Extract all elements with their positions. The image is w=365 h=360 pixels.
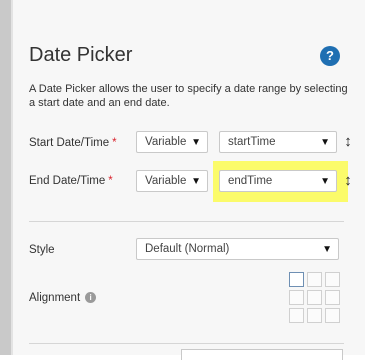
start-type-select[interactable]: Variable ▼ — [136, 131, 208, 153]
end-date-label: End Date/Time * — [29, 175, 113, 187]
reorder-icon[interactable]: ↕ — [341, 131, 355, 153]
start-type-value: Variable — [145, 136, 187, 148]
alignment-cell-middle-right[interactable] — [325, 290, 340, 305]
alignment-label: Alignment i — [29, 292, 97, 304]
chevron-down-icon: ▼ — [191, 176, 201, 187]
info-icon[interactable]: i — [85, 292, 97, 303]
start-variable-select[interactable]: startTime ▼ — [219, 131, 337, 153]
panel-description: A Date Picker allows the user to specify… — [29, 83, 348, 109]
alignment-cell-bottom-right[interactable] — [325, 308, 340, 323]
properties-panel: Date Picker ? A Date Picker allows the u… — [13, 0, 365, 360]
alignment-cell-bottom-center[interactable] — [307, 308, 322, 323]
chevron-down-icon: ▼ — [320, 137, 330, 148]
style-label: Style — [29, 244, 55, 256]
alignment-label-text: Alignment — [29, 292, 81, 304]
end-type-select[interactable]: Variable ▼ — [136, 170, 208, 192]
start-variable-value: startTime — [228, 136, 276, 148]
alignment-cell-bottom-left[interactable] — [289, 308, 304, 323]
chevron-down-icon: ▼ — [322, 244, 332, 255]
style-select[interactable]: Default (Normal) ▼ — [136, 238, 339, 260]
help-icon[interactable]: ? — [320, 46, 340, 66]
alignment-cell-top-right[interactable] — [325, 272, 340, 287]
end-variable-value: endTime — [228, 175, 273, 187]
alignment-grid — [289, 272, 340, 323]
alignment-cell-middle-left[interactable] — [289, 290, 304, 305]
reorder-icon[interactable]: ↕ — [341, 170, 355, 192]
section-divider — [29, 221, 344, 222]
chevron-down-icon: ▼ — [191, 137, 201, 148]
panel-title: Date Picker — [29, 44, 133, 66]
start-date-label: Start Date/Time * — [29, 137, 117, 149]
alignment-cell-top-center[interactable] — [307, 272, 322, 287]
end-variable-select[interactable]: endTime ▼ — [219, 170, 337, 192]
required-mark: * — [112, 137, 117, 149]
start-date-label-text: Start Date/Time — [29, 137, 110, 149]
alignment-cell-top-left[interactable] — [289, 272, 304, 287]
required-mark: * — [108, 175, 113, 187]
left-rail — [0, 0, 11, 355]
alignment-cell-middle-center[interactable] — [307, 290, 322, 305]
end-type-value: Variable — [145, 175, 187, 187]
end-date-label-text: End Date/Time — [29, 175, 106, 187]
chevron-down-icon: ▼ — [320, 176, 330, 187]
section-divider — [29, 343, 344, 344]
style-value: Default (Normal) — [145, 243, 230, 255]
